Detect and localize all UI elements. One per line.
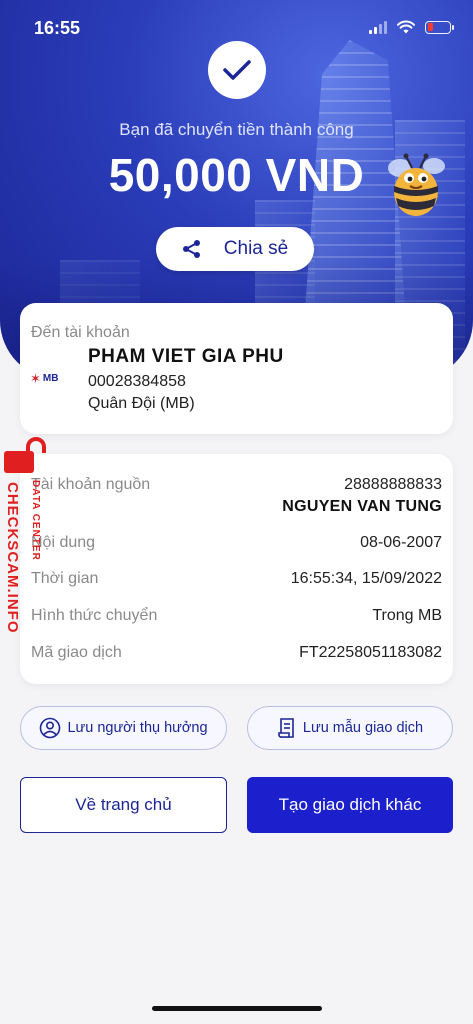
receipt-icon xyxy=(278,718,294,738)
detail-row-source: Tài khoản nguồn 28888888833 NGUYEN VAN T… xyxy=(31,476,442,516)
home-indicator[interactable] xyxy=(152,1006,322,1011)
recipient-title: Đến tài khoản xyxy=(31,324,130,341)
user-circle-icon xyxy=(40,717,61,739)
source-account-name: NGUYEN VAN TUNG xyxy=(282,498,442,515)
save-template-label: Lưu mẫu giao dịch xyxy=(302,720,424,736)
success-check-icon xyxy=(208,41,266,99)
detail-row-content: Nội dung 08-06-2007 xyxy=(31,534,442,552)
detail-row-method: Hình thức chuyển Trong MB xyxy=(31,607,442,625)
time-value: 16:55:34, 15/09/2022 xyxy=(290,570,442,587)
cellular-signal-icon xyxy=(369,20,387,34)
share-icon xyxy=(182,240,200,258)
new-transaction-button[interactable]: Tạo giao dịch khác xyxy=(247,777,453,833)
detail-row-time: Thời gian 16:55:34, 15/09/2022 xyxy=(31,570,442,588)
method-value: Trong MB xyxy=(372,607,442,624)
source-account-number: 28888888833 xyxy=(344,476,442,493)
recipient-bank: Quân Đội (MB) xyxy=(88,395,195,412)
detail-row-code: Mã giao dịch FT22258051183082 xyxy=(31,644,442,662)
bee-mascot-icon xyxy=(388,153,445,216)
save-template-button[interactable]: Lưu mẫu giao dịch xyxy=(247,706,453,750)
source-account-label: Tài khoản nguồn xyxy=(31,476,151,493)
wifi-icon xyxy=(397,20,415,34)
battery-icon xyxy=(425,20,454,34)
share-button[interactable]: Chia sẻ xyxy=(156,227,314,271)
recipient-name: PHAM VIET GIA PHU xyxy=(88,346,284,367)
recipient-card: Đến tài khoản ✶ MB PHAM VIET GIA PHU 000… xyxy=(20,303,453,434)
success-message: Bạn đã chuyển tiền thành công xyxy=(119,120,354,139)
save-beneficiary-button[interactable]: Lưu người thụ hưởng xyxy=(20,706,227,750)
method-label: Hình thức chuyển xyxy=(31,607,158,624)
share-button-label: Chia sẻ xyxy=(223,238,289,259)
watermark-lock-icon xyxy=(4,437,46,473)
transaction-details-card: Tài khoản nguồn 28888888833 NGUYEN VAN T… xyxy=(20,454,453,684)
mb-bank-logo: ✶ MB xyxy=(30,370,59,386)
status-icons xyxy=(369,20,454,34)
watermark-text: CHECKSCAM.INFO xyxy=(4,482,21,634)
watermark-subtext: DATA CENTER xyxy=(30,480,41,561)
recipient-account: 00028384858 xyxy=(88,373,186,390)
mb-star-icon: ✶ xyxy=(30,370,41,386)
home-button[interactable]: Về trang chủ xyxy=(20,777,227,833)
time-label: Thời gian xyxy=(31,570,99,587)
transaction-code-label: Mã giao dịch xyxy=(31,644,122,661)
save-beneficiary-label: Lưu người thụ hưởng xyxy=(67,720,208,736)
content-value: 08-06-2007 xyxy=(360,534,442,551)
status-time: 16:55 xyxy=(34,18,81,38)
transaction-code-value: FT22258051183082 xyxy=(299,644,442,661)
